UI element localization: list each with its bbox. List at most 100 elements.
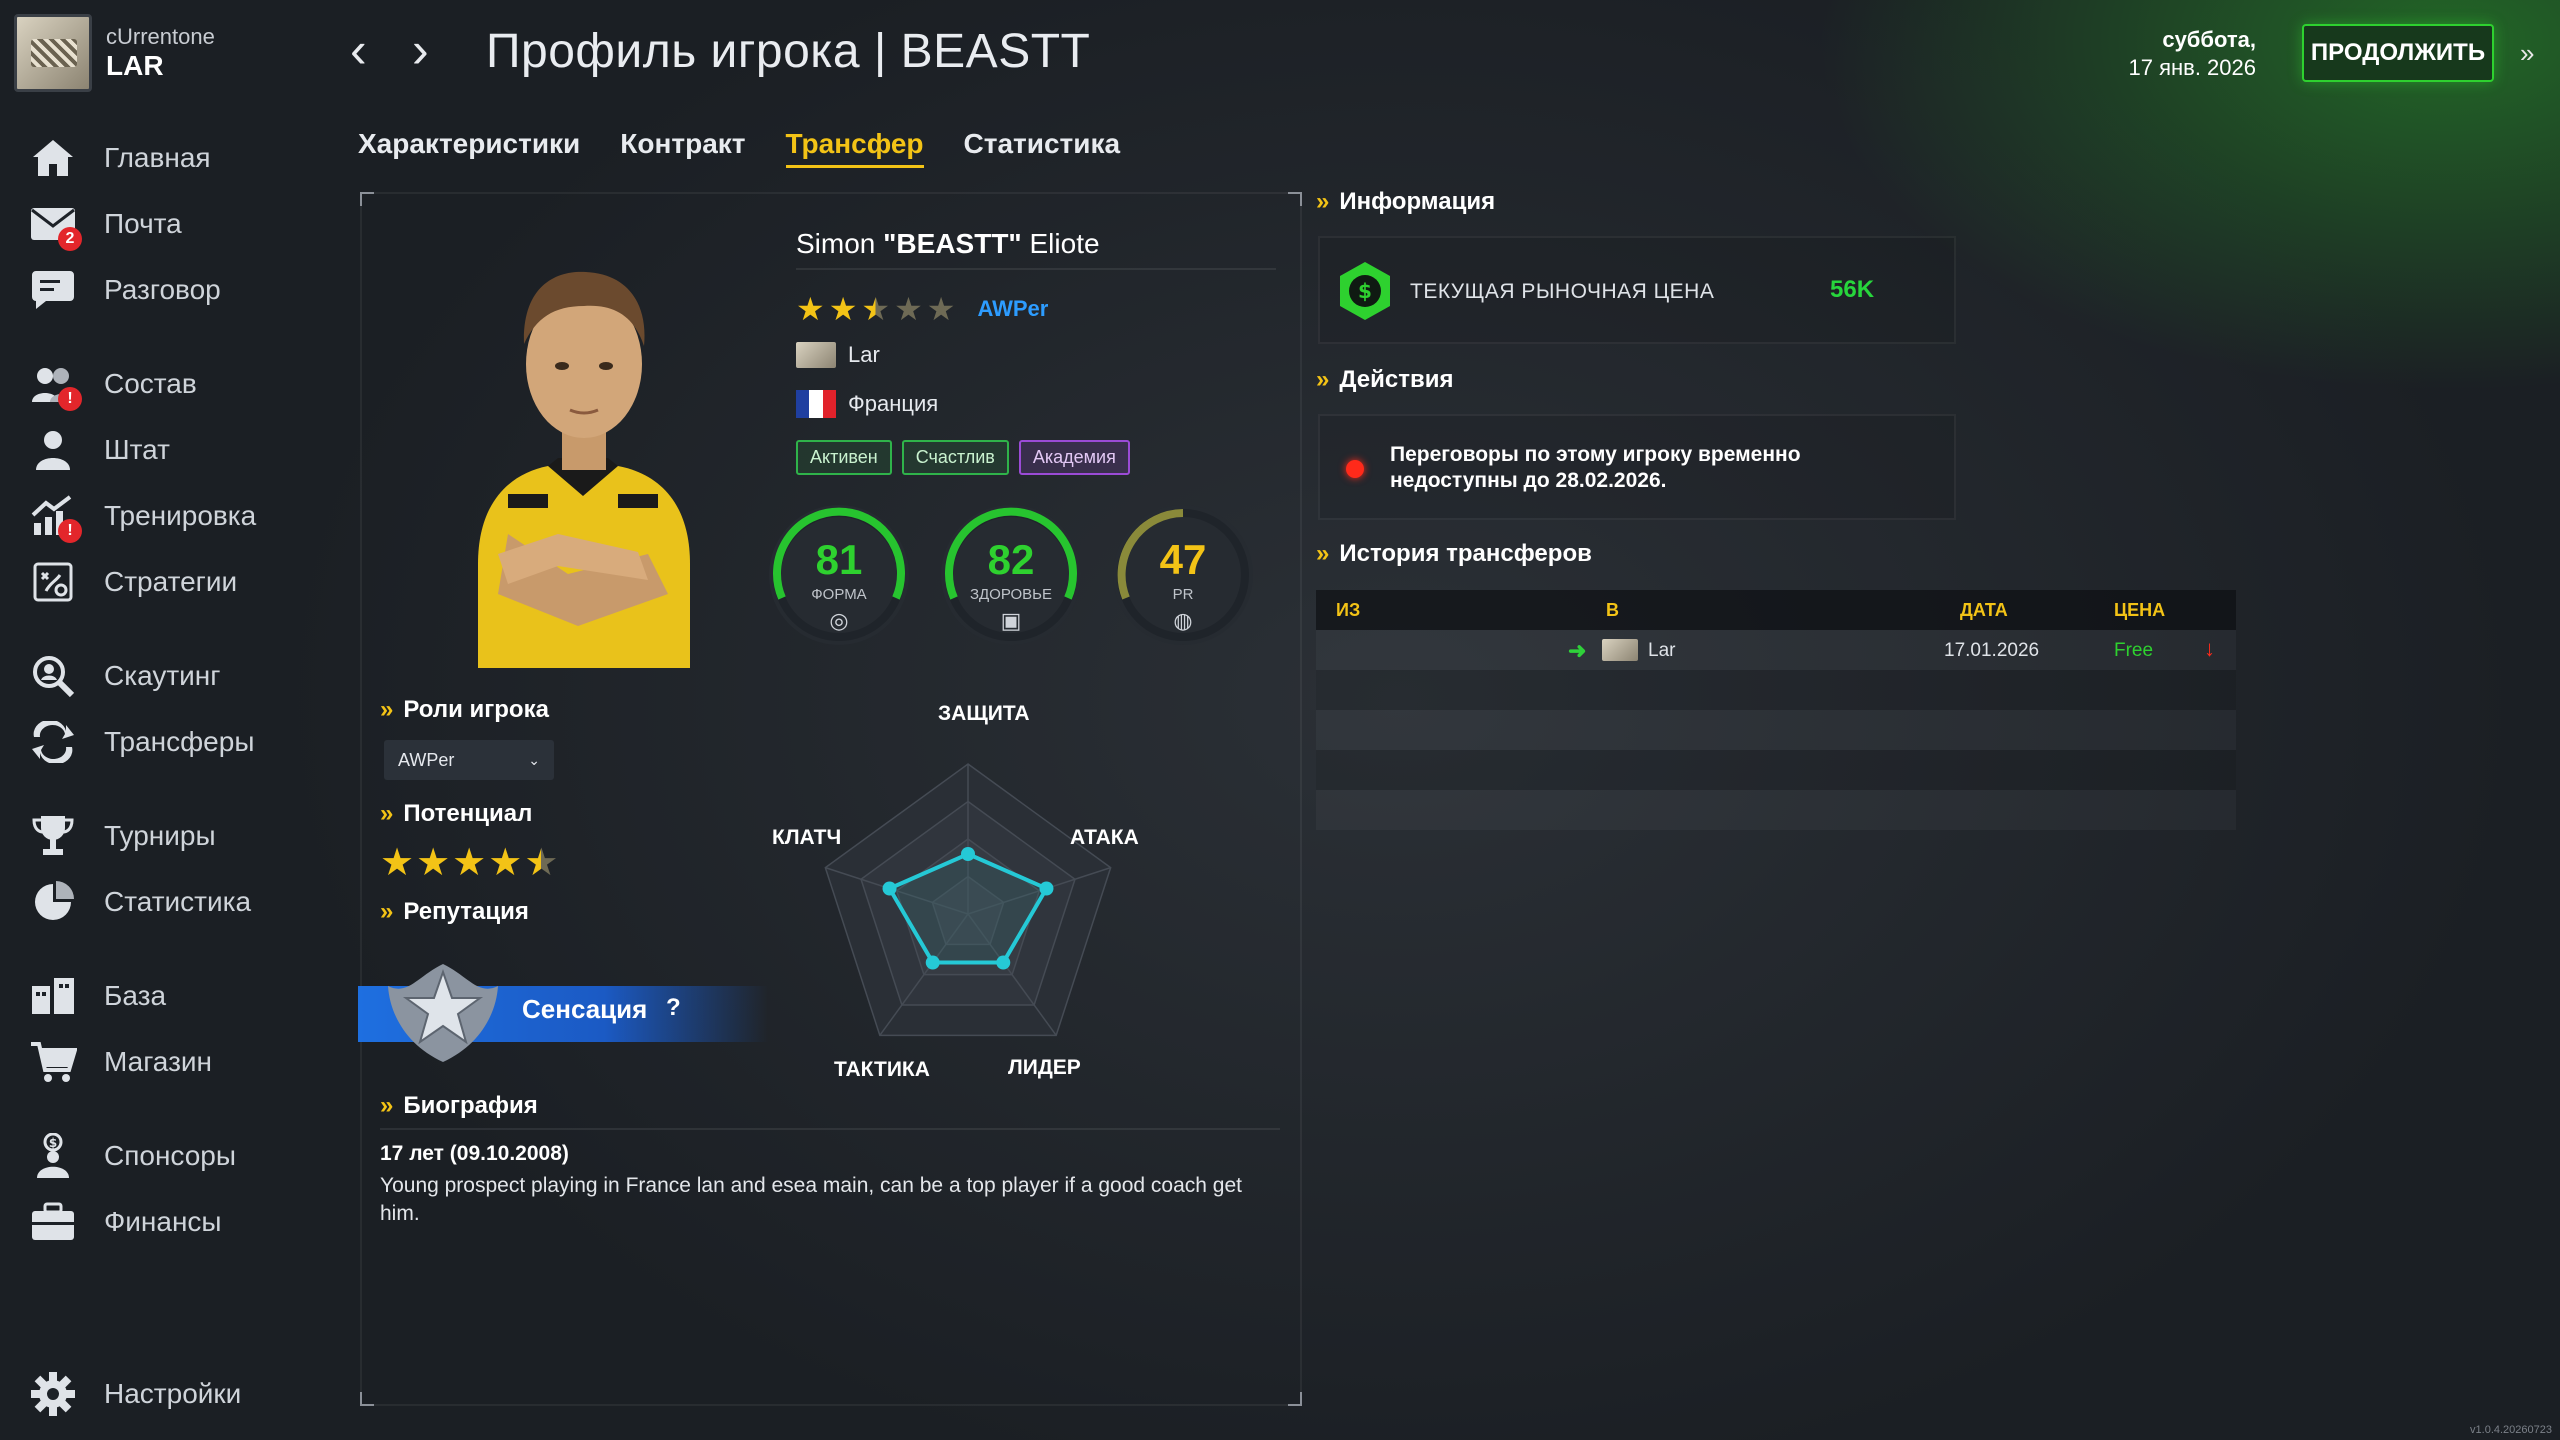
continue-button[interactable]: ПРОДОЛЖИТЬ	[2302, 24, 2494, 82]
briefcase-icon	[28, 1197, 78, 1247]
reputation-heading-text: Репутация	[403, 898, 529, 925]
roster-badge: !	[58, 387, 82, 411]
sidebar-item-training[interactable]: ! Тренировка	[28, 490, 256, 543]
panel-corner	[360, 192, 374, 206]
version-label: v1.0.4.20260723	[2470, 1424, 2552, 1436]
potential-heading: » Потенциал	[380, 800, 532, 828]
price-label: ТЕКУЩАЯ РЫНОЧНАЯ ЦЕНА	[1410, 280, 1715, 303]
form-value: 81	[815, 536, 863, 583]
sidebar-item-settings[interactable]: Настройки	[28, 1368, 241, 1420]
transfers-icon	[28, 717, 78, 767]
sidebar-item-finances[interactable]: Финансы	[28, 1196, 222, 1248]
reputation-help-icon[interactable]: ?	[666, 994, 681, 1022]
team-name: LAR	[106, 50, 164, 81]
chevron-icon: »	[1316, 540, 1330, 567]
column-header-to: В	[1606, 600, 1619, 620]
player-team[interactable]: Lar	[796, 342, 880, 368]
price-icon: $	[1340, 262, 1390, 320]
date-full: 17 янв. 2026	[2128, 55, 2257, 80]
svg-text:$: $	[49, 1136, 57, 1150]
health-value: 82	[987, 536, 1035, 583]
sidebar-item-home[interactable]: Главная	[28, 132, 211, 184]
staff-icon	[28, 425, 78, 475]
france-flag-icon	[796, 390, 836, 418]
back-arrow-icon[interactable]: ‹	[350, 22, 367, 78]
player-team-name: Lar	[848, 342, 880, 367]
profile-tabs: Характеристики Контракт Трансфер Статист…	[358, 128, 1120, 168]
tab-transfer[interactable]: Трансфер	[785, 128, 924, 168]
table-row-empty	[1316, 790, 2236, 830]
player-country: Франция	[796, 390, 938, 418]
sidebar-item-shop[interactable]: Магазин	[28, 1036, 212, 1088]
globe-icon: ◍	[1173, 608, 1193, 633]
cell-price: Free	[2114, 640, 2154, 661]
sidebar-item-roster[interactable]: ! Состав	[28, 358, 197, 411]
sidebar-item-label: Почта	[104, 208, 182, 239]
forward-arrow-icon[interactable]: ›	[412, 22, 429, 78]
scouting-icon	[28, 651, 78, 701]
pie-chart-icon	[28, 877, 78, 927]
arrow-right-icon: ➜	[1568, 638, 1587, 663]
reputation-emblem-icon	[388, 964, 498, 1062]
tab-characteristics[interactable]: Характеристики	[358, 128, 580, 168]
radar-point	[925, 955, 940, 970]
sidebar-item-tournaments[interactable]: Турниры	[28, 810, 216, 862]
table-row-empty	[1316, 750, 2236, 790]
sidebar-item-label: Главная	[104, 142, 211, 173]
sidebar-item-scouting[interactable]: Скаутинг	[28, 650, 220, 702]
bio-heading-text: Биография	[403, 1092, 538, 1119]
radar-point	[961, 847, 975, 861]
health-gauge: 82 ЗДОРОВЬЕ ▣	[936, 500, 1086, 650]
reputation-label: Сенсация	[522, 994, 648, 1024]
team-logo-small	[796, 342, 836, 368]
team-subtitle: cUrrentone	[106, 24, 215, 49]
panel-corner	[1288, 1392, 1302, 1406]
fast-forward-icon[interactable]: »	[2520, 38, 2534, 69]
roles-heading-text: Роли игрока	[403, 696, 549, 723]
strategy-icon	[28, 557, 78, 607]
star-icon: ★	[452, 842, 487, 884]
team-logo[interactable]	[14, 14, 92, 92]
price-value: 56K	[1830, 276, 1875, 303]
roles-heading: » Роли игрока	[380, 696, 549, 724]
player-status-tags: Активен Счастлив Академия	[796, 440, 1130, 475]
game-date: суббота, 17 янв. 2026	[2129, 26, 2257, 82]
player-portrait	[478, 271, 690, 668]
tab-statistics[interactable]: Статистика	[964, 128, 1121, 168]
player-nickname: "BEASTT"	[883, 228, 1022, 259]
sidebar-item-sponsors[interactable]: $ Спонсоры	[28, 1130, 236, 1182]
table-row[interactable]: ➜ Lar 17.01.2026 Free ↓	[1316, 630, 2236, 670]
chevron-icon: »	[380, 898, 394, 925]
sidebar-item-label: База	[104, 980, 167, 1011]
sidebar-item-base[interactable]: База	[28, 970, 166, 1022]
base-icon	[28, 971, 78, 1021]
radar-label-attack: АТАКА	[1070, 826, 1139, 849]
sidebar-item-label: Статистика	[104, 886, 252, 917]
sidebar-item-strategy[interactable]: Стратегии	[28, 556, 237, 608]
sidebar-item-mail[interactable]: 2 Почта	[28, 198, 182, 251]
cell-date: 17.01.2026	[1944, 640, 2040, 661]
sidebar-item-chat[interactable]: Разговор	[28, 264, 221, 316]
sidebar-item-staff[interactable]: Штат	[28, 424, 170, 476]
sidebar-item-label: Состав	[104, 368, 197, 399]
divider	[380, 1128, 1280, 1130]
table-row-empty	[1316, 670, 2236, 710]
radar-point	[996, 955, 1011, 970]
sidebar-item-transfers[interactable]: Трансферы	[28, 716, 254, 768]
role-select[interactable]: AWPer ⌄	[384, 740, 554, 780]
star-icon: ★	[828, 291, 858, 327]
status-badge: Счастлив	[901, 440, 1009, 475]
chevron-icon: »	[380, 1092, 394, 1119]
radar-label-defense: ЗАЩИТА	[938, 702, 1030, 725]
training-icon: !	[28, 491, 82, 543]
tab-contract[interactable]: Контракт	[620, 128, 745, 168]
star-icon: ★	[416, 842, 451, 884]
chevron-icon: »	[380, 800, 394, 827]
chevron-icon: »	[380, 696, 394, 723]
reputation-heading: » Репутация	[380, 898, 529, 926]
sidebar-item-label: Настройки	[104, 1378, 242, 1409]
status-dot-icon	[1346, 460, 1364, 478]
column-header-from: ИЗ	[1336, 600, 1361, 620]
sidebar-item-statistics[interactable]: Статистика	[28, 876, 251, 928]
home-icon	[28, 133, 78, 183]
